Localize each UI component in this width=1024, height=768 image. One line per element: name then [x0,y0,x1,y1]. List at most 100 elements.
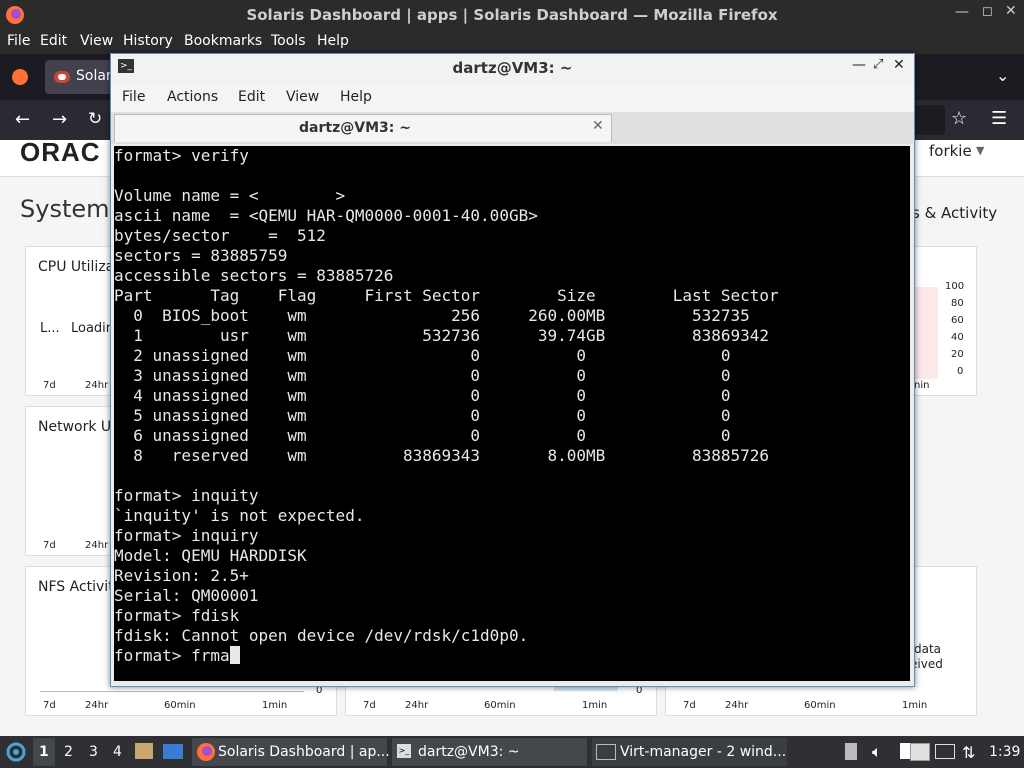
panel-title: NFS Activit [38,579,114,595]
taskbar-item-terminal[interactable]: >_ dartz@VM3: ~ [392,738,587,766]
menu-edit[interactable]: Edit [40,33,67,49]
taskbar-item-label: Virt-manager - 2 wind... [620,744,787,760]
range-60min[interactable]: 60min [164,700,196,711]
tab-solaris-dashboard[interactable]: Solar [45,60,113,94]
range-60min[interactable]: 60min [804,700,836,711]
firefox-view-icon[interactable] [10,67,30,87]
chevron-down-icon[interactable]: ▼ [976,144,984,157]
range-1min[interactable]: nin [914,380,929,391]
terminal-tabbar: dartz@VM3: ~ ✕ [111,112,914,144]
range-7d[interactable]: 7d [363,700,376,711]
close-icon[interactable]: ✕ [893,57,905,73]
maximize-icon[interactable]: ◻ [982,4,993,19]
close-tab-icon[interactable]: ✕ [592,118,604,134]
range-7d[interactable]: 7d [43,380,56,391]
range-24hr[interactable]: 24hr [85,380,108,391]
menu-help[interactable]: Help [317,33,349,49]
taskbar-item-firefox[interactable]: Solaris Dashboard | ap... [192,738,390,766]
firefox-icon [197,743,215,761]
workspace-2[interactable]: 2 [64,744,73,760]
menu-file[interactable]: File [122,89,145,105]
menu-help[interactable]: Help [340,89,372,105]
y-tick: 60 [951,315,964,326]
taskbar-item-label: Solaris Dashboard | ap... [218,744,390,760]
chevron-down-icon[interactable]: ⌄ [996,66,1009,85]
volume-icon[interactable]: 🔈︎ [872,742,882,762]
terminal-prompt-line[interactable]: format> frma [114,646,910,666]
minimize-icon[interactable]: — [852,57,866,73]
back-icon[interactable]: ← [15,109,30,130]
hamburger-menu-icon[interactable]: ☰ [991,108,1007,129]
legend-label: data [914,642,942,656]
menu-file[interactable]: File [7,33,30,49]
terminal-menubar: File Actions Edit View Help [111,82,914,112]
range-24hr[interactable]: 24hr [85,700,108,711]
range-7d[interactable]: 7d [43,540,56,551]
terminal-line: 4 unassigned wm 0 0 0 [114,386,731,405]
menu-actions[interactable]: Actions [167,89,218,105]
close-icon[interactable]: ✕ [1005,3,1017,19]
user-menu[interactable]: forkie [929,142,972,160]
terminal-line: 0 BIOS_boot wm 256 260.00MB 532735 [114,306,750,325]
forward-icon[interactable]: → [52,109,67,130]
activity-link[interactable]: s & Activity [912,204,997,222]
terminal-tab-label: dartz@VM3: ~ [299,120,411,136]
reload-icon[interactable]: ↻ [88,109,102,129]
terminal-line: accessible sectors = 83885726 [114,266,394,285]
oracle-icon [54,71,70,83]
screen-icon[interactable] [935,744,955,759]
range-24hr[interactable]: 24hr [85,540,108,551]
range-1min[interactable]: 1min [262,700,287,711]
y-tick: 100 [945,281,965,292]
terminal-icon: >_ [397,744,411,758]
terminal-window: >_ dartz@VM3: ~ — ⤢ ✕ File Actions Edit … [110,53,915,687]
taskbar-item-virt-manager[interactable]: Virt-manager - 2 wind... [592,738,787,766]
workspace-4[interactable]: 4 [113,744,122,760]
workspace-3[interactable]: 3 [89,744,98,760]
y-tick: 40 [951,332,964,343]
firefox-menubar: File Edit View History Bookmarks Tools H… [0,30,1024,54]
maximize-icon[interactable]: ⤢ [873,57,883,72]
terminal-line: 2 unassigned wm 0 0 0 [114,346,731,365]
terminal-tab[interactable]: dartz@VM3: ~ ✕ [114,114,612,142]
network-icon[interactable]: ⇅ [962,743,975,762]
terminal-line: Serial: QM00001 [114,586,259,605]
loading-label: L... [40,321,60,336]
terminal-line: format> verify [114,146,249,165]
terminal-titlebar[interactable]: >_ dartz@VM3: ~ — ⤢ ✕ [111,54,914,81]
terminal-line: format> inquiry [114,526,259,545]
url-bar-end[interactable] [913,105,945,135]
battery-icon[interactable] [845,743,857,760]
range-24hr[interactable]: 24hr [725,700,748,711]
range-24hr[interactable]: 24hr [405,700,428,711]
file-manager-icon[interactable] [135,743,153,759]
desktop-icon[interactable] [163,744,183,759]
range-7d[interactable]: 7d [683,700,696,711]
terminal-output[interactable]: format> verify Volume name = < > ascii nam… [114,146,910,681]
terminal-line: 6 unassigned wm 0 0 0 [114,426,731,445]
text-cursor [229,646,240,664]
range-7d[interactable]: 7d [43,700,56,711]
clipboard-icon[interactable] [910,743,930,761]
menu-edit[interactable]: Edit [238,89,265,105]
panel-title: Network U [38,419,112,435]
menu-tools[interactable]: Tools [271,33,306,49]
menu-bookmarks[interactable]: Bookmarks [184,33,262,49]
loading-label: Loadin [71,321,115,336]
clock[interactable]: 1:39 [989,744,1020,760]
terminal-line: Part Tag Flag First Sector Size Last Sec… [114,286,779,305]
oracle-logo: ORAC [20,137,101,167]
range-1min[interactable]: 1min [582,700,607,711]
menu-view[interactable]: View [286,89,319,105]
terminal-line: 1 usr wm 532736 39.74GB 83869342 [114,326,770,345]
menu-history[interactable]: History [123,33,173,49]
range-1min[interactable]: 1min [902,700,927,711]
bookmark-star-icon[interactable]: ☆ [951,108,967,129]
minimize-icon[interactable]: — [955,4,969,20]
terminal-line: Revision: 2.5+ [114,566,249,585]
range-60min[interactable]: 60min [484,700,516,711]
workspace-1[interactable]: 1 [39,744,49,760]
start-menu-icon[interactable] [6,742,26,762]
menu-view[interactable]: View [80,33,113,49]
